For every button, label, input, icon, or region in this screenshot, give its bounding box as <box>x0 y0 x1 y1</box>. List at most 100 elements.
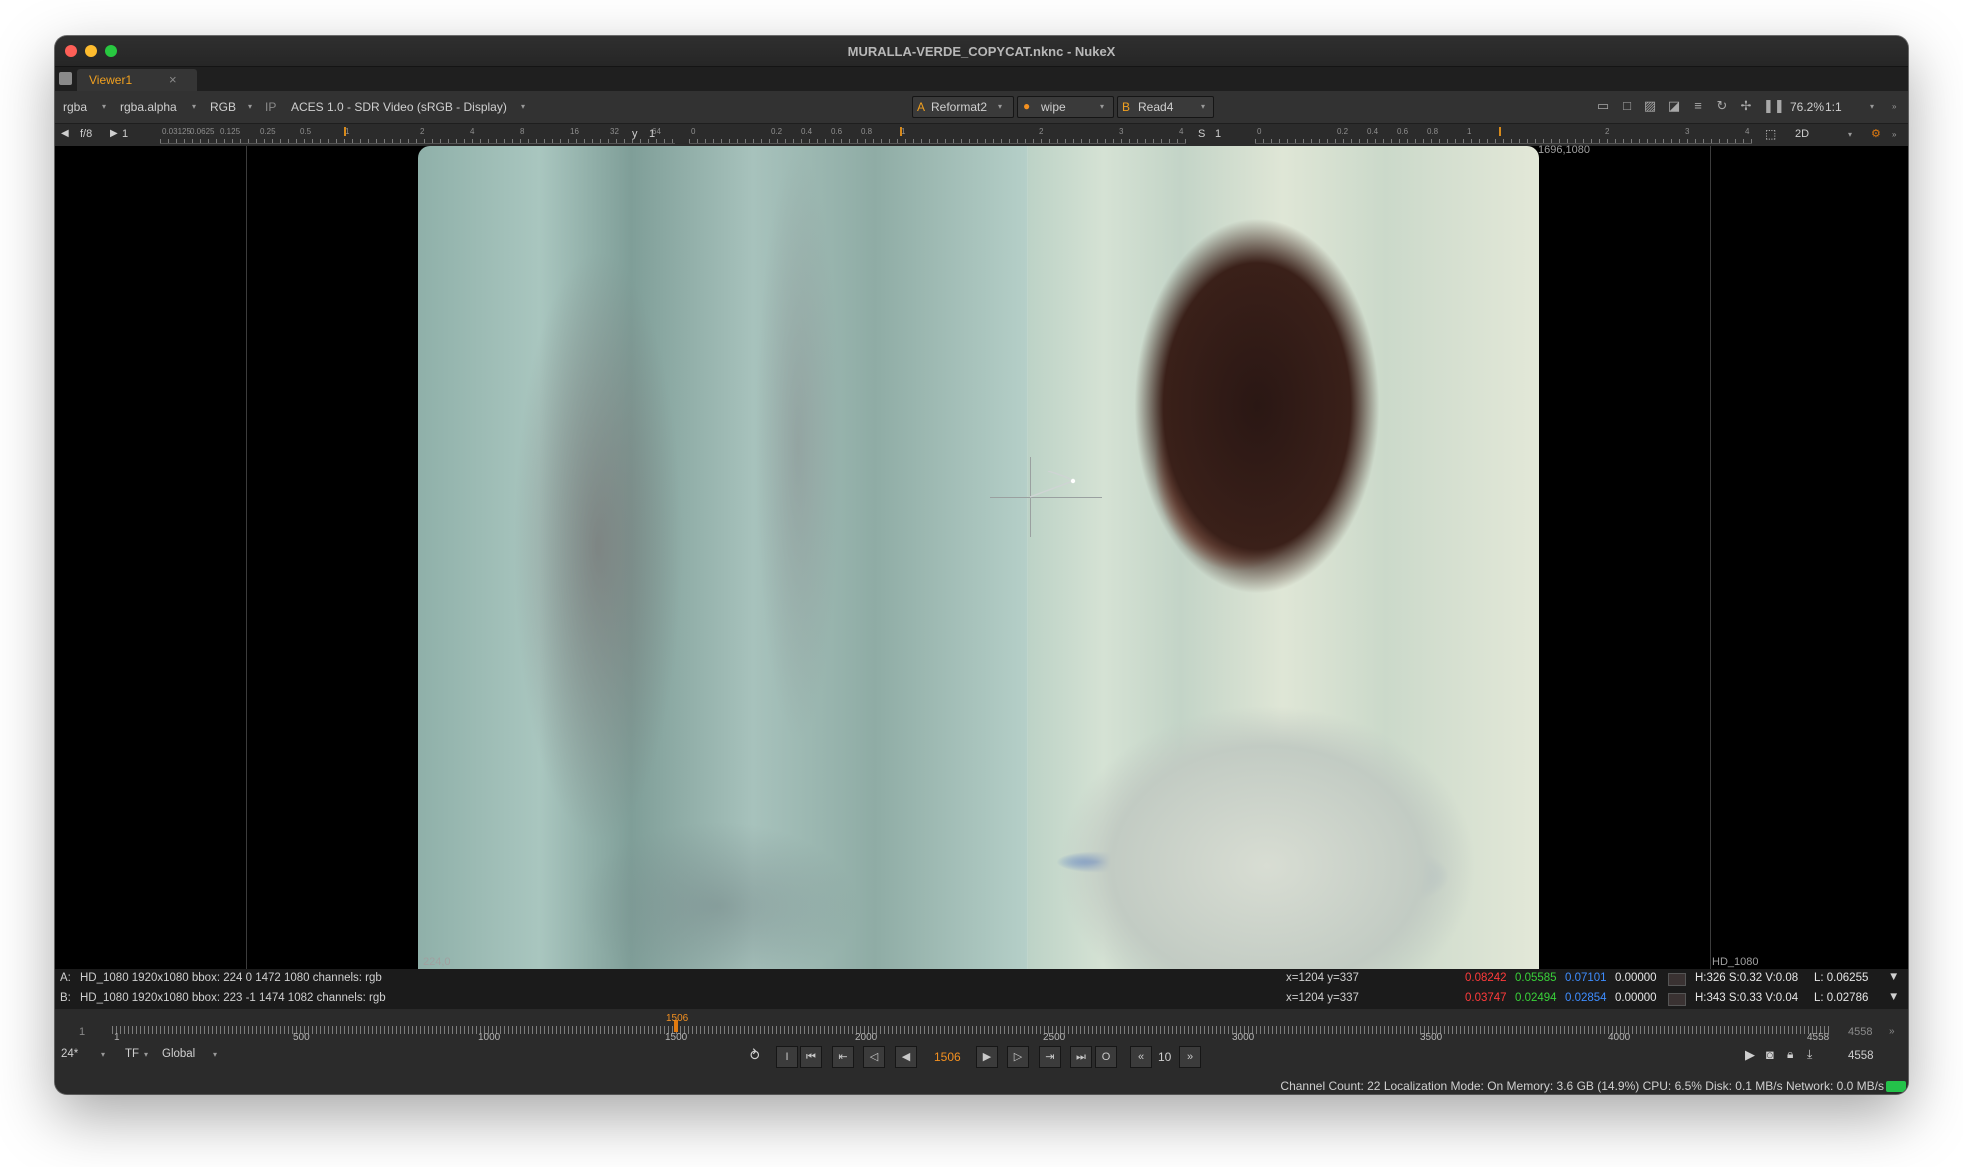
downscale-icon[interactable]: ≡ <box>1691 99 1705 113</box>
info-b-luminance: L: 0.02786 <box>1814 992 1869 1004</box>
info-a-prefix: A: <box>60 972 71 984</box>
tab-bar: Viewer1 × <box>55 67 1908 91</box>
info-b-description: HD_1080 1920x1080 bbox: 223 -1 1474 1082… <box>80 992 386 1004</box>
step-forward-icon[interactable]: ▷ <box>1007 1046 1029 1068</box>
skip-back-icon[interactable]: « <box>1130 1046 1152 1068</box>
timeline-tick: 3000 <box>1232 1032 1255 1043</box>
gamma-value[interactable]: 1 <box>649 128 655 140</box>
timeline-ruler[interactable] <box>112 1020 1830 1040</box>
fstop-up-icon[interactable]: ▶ <box>110 128 118 139</box>
gamma-slider[interactable]: 0 0.2 0.4 0.6 0.8 1 2 3 4 <box>689 127 1186 144</box>
viewer-canvas[interactable]: 1696,1080 224,0 HD_1080 <box>55 144 1908 969</box>
view-mode-dropdown[interactable]: 2D <box>1795 128 1809 140</box>
ruler-label: 2 <box>420 127 425 136</box>
region-refresh-icon[interactable]: ✢ <box>1739 99 1753 113</box>
gamma-slider-handle[interactable] <box>900 127 902 136</box>
skip-forward-icon[interactable]: » <box>1179 1046 1201 1068</box>
channels-dropdown[interactable]: rgba <box>63 100 87 114</box>
info-b-menu-icon[interactable]: ▼ <box>1888 991 1899 1003</box>
snapshot-icon[interactable]: ◙ <box>1766 1047 1774 1062</box>
go-to-end-icon[interactable]: ⏭ <box>1070 1046 1092 1068</box>
colorspace-dropdown[interactable]: ACES 1.0 - SDR Video (sRGB - Display) <box>291 100 507 114</box>
ruler-label: 0.0625 <box>190 127 215 136</box>
close-tab-icon[interactable]: × <box>169 72 177 87</box>
ruler-label: 3 <box>1685 127 1690 136</box>
ruler-label: 0.6 <box>831 127 843 136</box>
info-a-menu-icon[interactable]: ▼ <box>1888 971 1899 983</box>
title-bar: MURALLA-VERDE_COPYCAT.nknc - NukeX <box>55 36 1908 67</box>
timeline-tick: 500 <box>293 1032 310 1043</box>
bbox-bottom-left-label: 224,0 <box>423 956 451 968</box>
skip-frames-field[interactable]: 10 <box>1158 1050 1171 1064</box>
go-to-start-icon[interactable]: ⏮ <box>800 1046 822 1068</box>
set-out-point-button[interactable]: O <box>1095 1046 1117 1068</box>
play-backward-icon[interactable]: ◀ <box>895 1046 917 1068</box>
play-forward-icon[interactable]: ▶ <box>976 1046 998 1068</box>
tab-viewer1[interactable]: Viewer1 × <box>77 69 197 91</box>
fstop-value[interactable]: f/8 <box>80 128 92 140</box>
refresh-icon[interactable]: ↻ <box>1715 99 1729 113</box>
timeline-tick: 1000 <box>478 1032 501 1043</box>
end-frame-field[interactable]: 4558 <box>1848 1050 1874 1062</box>
format-boundary-left <box>246 146 247 969</box>
info-a-alpha: 0.00000 <box>1615 972 1657 984</box>
gain-value[interactable]: 1 <box>122 128 128 140</box>
expand-controls-icon[interactable]: » <box>1892 130 1896 139</box>
loop-mode-icon[interactable]: ⥁ <box>750 1047 760 1064</box>
format-label: HD_1080 <box>1712 956 1759 968</box>
ruler-label: 4 <box>1179 127 1184 136</box>
fstop-down-icon[interactable]: ◀ <box>61 128 69 139</box>
next-keyframe-icon[interactable]: ⇥ <box>1039 1046 1061 1068</box>
range-dropdown[interactable]: Global <box>162 1048 195 1060</box>
flipbook-icon[interactable]: ▶ <box>1745 1047 1755 1063</box>
clipping-icon[interactable]: ▨ <box>1643 99 1657 113</box>
saturation-slider[interactable]: 0 0.2 0.4 0.6 0.8 1 2 3 4 <box>1255 127 1752 144</box>
overscan-icon[interactable]: □ <box>1620 99 1634 113</box>
in-frame-field[interactable]: 1 <box>79 1026 85 1038</box>
chevron-down-icon: ▾ <box>1100 102 1105 111</box>
saturation-value[interactable]: 1 <box>1215 128 1221 140</box>
ruler-label: 16 <box>570 127 579 136</box>
saturation-slider-handle[interactable] <box>1499 127 1501 136</box>
ruler-label: 0.8 <box>1427 127 1439 136</box>
ruler-label: 4 <box>1745 127 1750 136</box>
timecode-dropdown[interactable]: TF <box>125 1048 139 1060</box>
previous-keyframe-icon[interactable]: ⇤ <box>832 1046 854 1068</box>
window-title: MURALLA-VERDE_COPYCAT.nknc - NukeX <box>847 44 1116 59</box>
roi-icon[interactable]: ▭ <box>1596 99 1610 113</box>
ruler-label: 8 <box>520 127 525 136</box>
gain-slider[interactable]: 0.03125 0.0625 0.125 0.25 0.5 1 2 4 8 16… <box>160 127 675 144</box>
chevron-down-icon: ▾ <box>101 1050 106 1059</box>
ruler-label: 0.4 <box>801 127 813 136</box>
display-channels-dropdown[interactable]: RGB <box>210 100 236 114</box>
ruler-label: 3 <box>1119 127 1124 136</box>
step-back-icon[interactable]: ◁ <box>863 1046 885 1068</box>
wipe-dot-icon: ● <box>1023 99 1031 113</box>
zoom-level[interactable]: 76.2% <box>1790 100 1824 114</box>
ip-toggle[interactable]: IP <box>265 100 276 114</box>
chevron-down-icon: ▾ <box>102 102 107 111</box>
ruler-label: 0.6 <box>1397 127 1409 136</box>
gain-slider-handle[interactable] <box>344 127 346 136</box>
chevron-down-icon: ▾ <box>998 102 1003 111</box>
viewer-toolbar: rgba ▾ rgba.alpha ▾ RGB ▾ IP ACES 1.0 - … <box>55 91 1908 124</box>
roi-select-icon[interactable]: ⬚ <box>1765 127 1776 141</box>
expand-timeline-icon[interactable]: » <box>1889 1026 1895 1037</box>
soft-effects-icon[interactable]: ⚙ <box>1871 127 1881 140</box>
proxy-icon[interactable]: ◪ <box>1667 99 1681 113</box>
zoom-ratio-dropdown[interactable]: 1:1 <box>1825 100 1842 114</box>
set-in-point-button[interactable]: I <box>776 1046 798 1068</box>
wipe-divider[interactable] <box>1027 146 1028 969</box>
wipe-rotate-handle-icon[interactable] <box>1030 471 1090 501</box>
lock-icon[interactable]: 🔒︎ <box>1787 1047 1793 1062</box>
pause-icon[interactable]: ❚❚ <box>1763 99 1785 113</box>
input-a-image <box>418 146 1027 969</box>
current-frame-field[interactable]: 1506 <box>934 1050 961 1064</box>
alpha-dropdown[interactable]: rgba.alpha <box>120 100 177 114</box>
ruler-label: 0.5 <box>300 127 312 136</box>
fps-dropdown[interactable]: 24* <box>61 1048 78 1060</box>
export-icon[interactable]: ⤓ <box>1807 1047 1812 1062</box>
out-frame-field[interactable]: 4558 <box>1848 1026 1872 1038</box>
pane-menu-icon[interactable] <box>59 72 72 85</box>
expand-toolbar-icon[interactable]: » <box>1892 102 1896 111</box>
